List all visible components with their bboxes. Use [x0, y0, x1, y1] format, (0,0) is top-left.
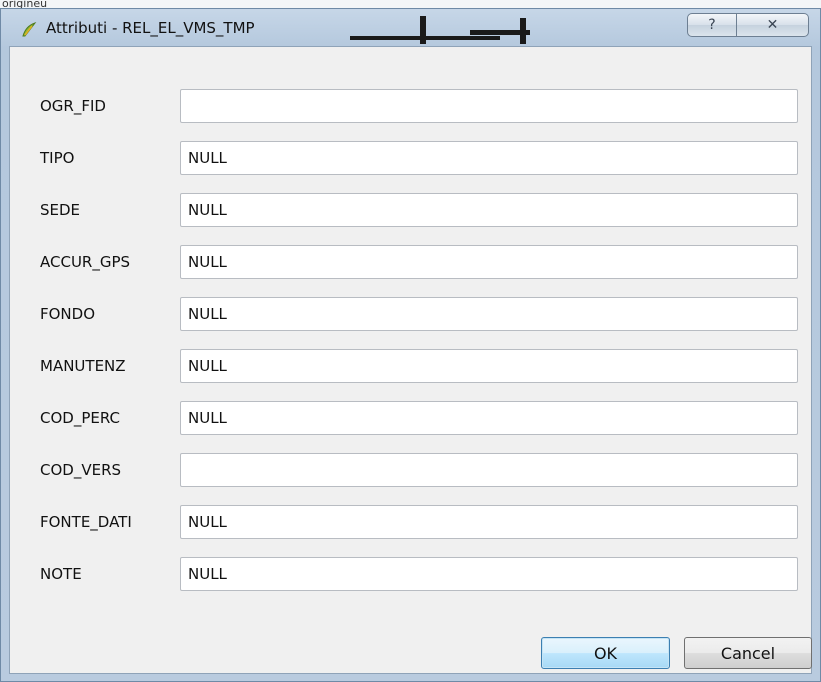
window-title: Attributi - REL_EL_VMS_TMP	[46, 19, 255, 37]
field-row-accur-gps: ACCUR_GPS	[10, 245, 813, 279]
tipo-input[interactable]	[180, 141, 798, 175]
cancel-button[interactable]: Cancel	[684, 637, 812, 669]
qgis-icon	[20, 21, 38, 39]
field-label: OGR_FID	[40, 97, 106, 115]
help-button[interactable]: ?	[687, 13, 737, 37]
close-button[interactable]: ✕	[737, 13, 809, 37]
fondo-input[interactable]	[180, 297, 798, 331]
sede-input[interactable]	[180, 193, 798, 227]
map-line	[470, 30, 530, 35]
field-row-fondo: FONDO	[10, 297, 813, 331]
accur-gps-input[interactable]	[180, 245, 798, 279]
field-label: COD_VERS	[40, 461, 122, 479]
ok-button[interactable]: OK	[541, 637, 670, 669]
field-row-manutenz: MANUTENZ	[10, 349, 813, 383]
field-row-cod-perc: COD_PERC	[10, 401, 813, 435]
field-label: COD_PERC	[40, 409, 121, 427]
caption-buttons: ? ✕	[687, 13, 809, 37]
fonte-dati-input[interactable]	[180, 505, 798, 539]
field-label: FONDO	[40, 305, 96, 323]
note-input[interactable]	[180, 557, 798, 591]
field-label: SEDE	[40, 201, 81, 219]
field-label: ACCUR_GPS	[40, 253, 131, 271]
attributes-dialog: Attributi - REL_EL_VMS_TMP ? ✕ OGR_FID T…	[0, 8, 821, 682]
field-label: NOTE	[40, 565, 82, 583]
help-icon: ?	[708, 17, 716, 33]
field-row-ogr-fid: OGR_FID	[10, 89, 813, 123]
field-label: MANUTENZ	[40, 357, 126, 375]
field-row-sede: SEDE	[10, 193, 813, 227]
close-icon: ✕	[766, 17, 779, 33]
ogr-fid-input[interactable]	[180, 89, 798, 123]
field-row-note: NOTE	[10, 557, 813, 591]
field-label: TIPO	[40, 149, 75, 167]
dialog-body: OGR_FID TIPO SEDE ACCUR_GPS FONDO MANUTE…	[9, 46, 812, 674]
cod-vers-input[interactable]	[180, 453, 798, 487]
field-label: FONTE_DATI	[40, 513, 132, 531]
field-row-tipo: TIPO	[10, 141, 813, 175]
cod-perc-input[interactable]	[180, 401, 798, 435]
field-row-fonte-dati: FONTE_DATI	[10, 505, 813, 539]
field-row-cod-vers: COD_VERS	[10, 453, 813, 487]
map-line	[420, 16, 426, 44]
manutenz-input[interactable]	[180, 349, 798, 383]
